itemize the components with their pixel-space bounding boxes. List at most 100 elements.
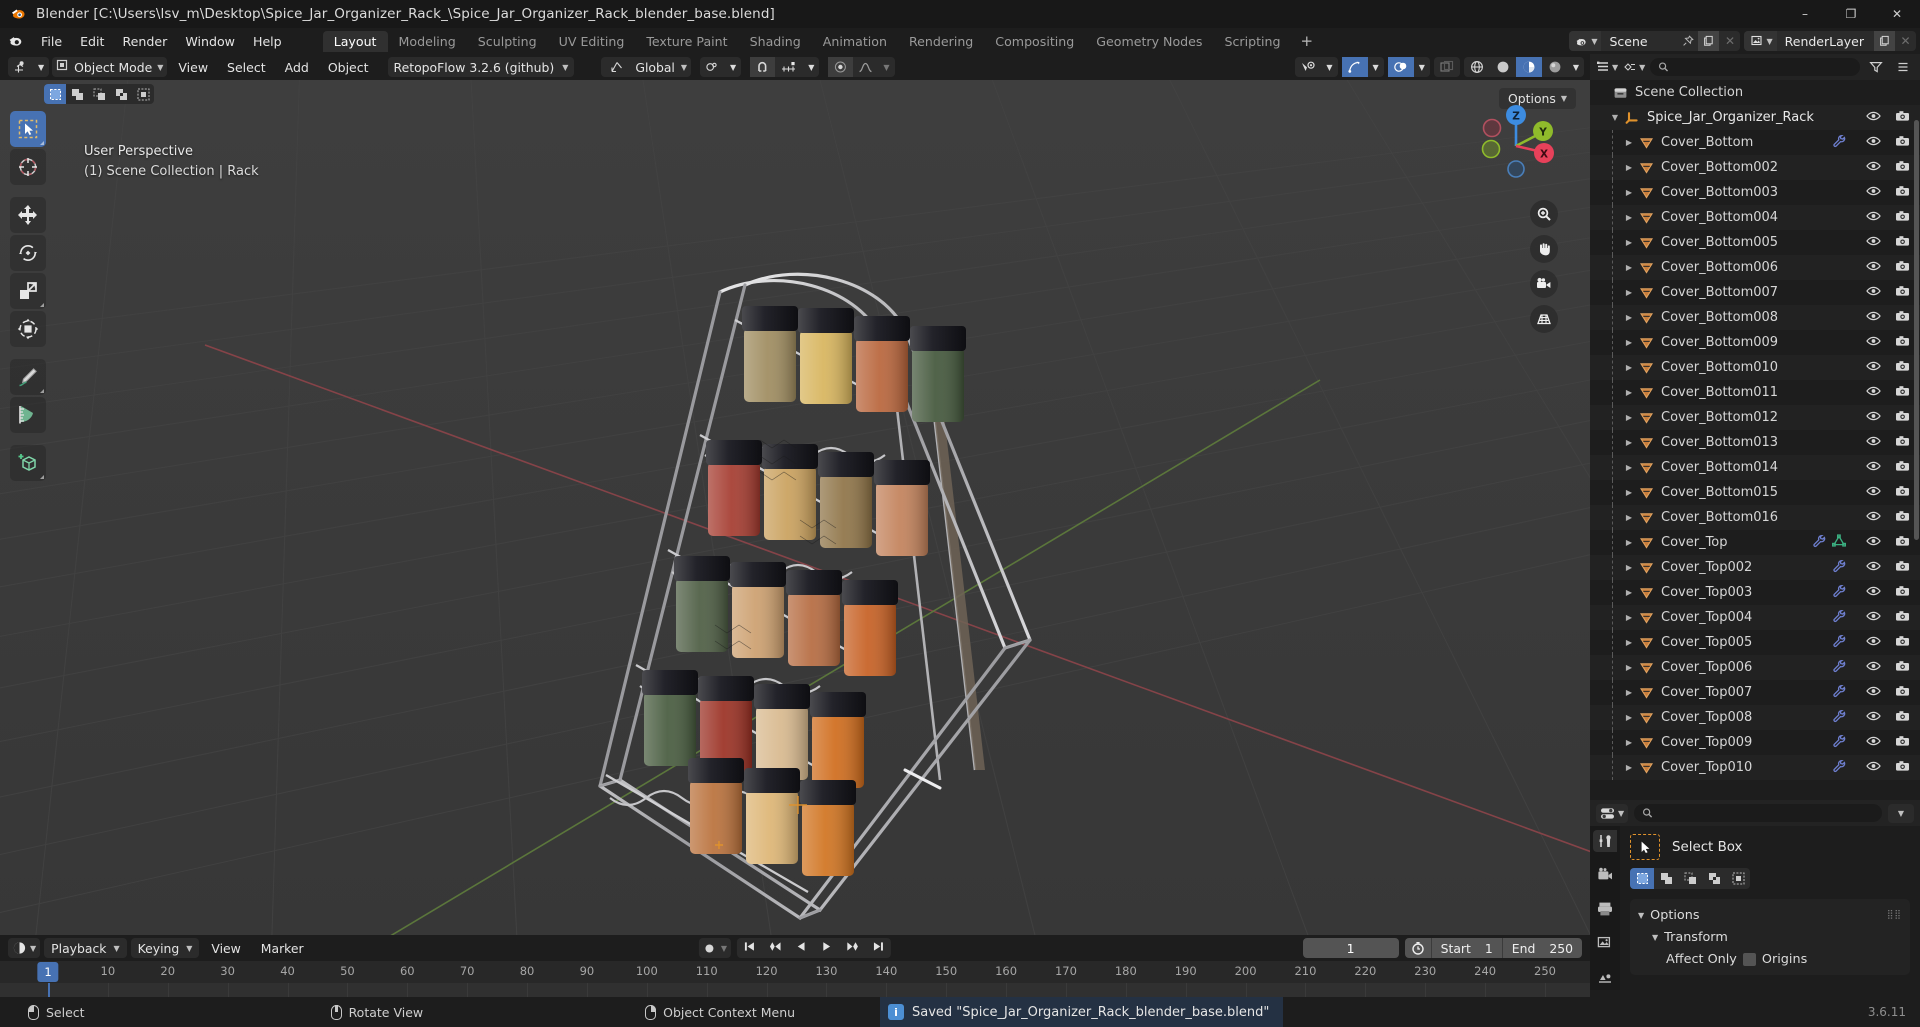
toggle-xray-icon[interactable] (1434, 57, 1460, 77)
solid-shading-icon[interactable] (1490, 57, 1516, 77)
hide-in-viewport-icon[interactable] (1866, 710, 1881, 726)
hide-in-viewport-icon[interactable] (1866, 685, 1881, 701)
hide-in-viewport-icon[interactable] (1866, 610, 1881, 626)
navigation-gizmo[interactable]: Z Y X (1470, 100, 1562, 192)
prop-select-intersect-icon[interactable] (1726, 868, 1750, 889)
disable-in-renders-icon[interactable] (1895, 635, 1910, 651)
disable-in-renders-icon[interactable] (1895, 110, 1910, 126)
hide-in-viewport-icon[interactable] (1866, 285, 1881, 301)
outliner-row-object[interactable]: ▶ Cover_Bottom002 (1590, 155, 1920, 180)
outliner-row-collection[interactable]: ▼ Spice_Jar_Organizer_Rack (1590, 105, 1920, 130)
disable-in-renders-icon[interactable] (1895, 710, 1910, 726)
object-visibility-icon[interactable] (1295, 57, 1321, 77)
disable-in-renders-icon[interactable] (1895, 560, 1910, 576)
expand-triangle-right-icon[interactable]: ▶ (1622, 138, 1636, 147)
outliner-row-object[interactable]: ▶ Cover_Bottom009 (1590, 330, 1920, 355)
editor-type-selector[interactable]: ▼ (8, 57, 50, 77)
expand-triangle-right-icon[interactable]: ▶ (1622, 238, 1636, 247)
menu-help[interactable]: Help (244, 31, 291, 52)
properties-search-input[interactable] (1634, 804, 1882, 822)
outliner-row-object[interactable]: ▶ Cover_Top003 (1590, 580, 1920, 605)
timeline-channel-area[interactable] (0, 983, 1590, 997)
expand-triangle-right-icon[interactable]: ▶ (1622, 438, 1636, 447)
menu-edit[interactable]: Edit (71, 31, 113, 52)
start-frame-field[interactable]: Start 1 (1432, 941, 1502, 956)
proportional-editing-icon[interactable] (828, 57, 854, 77)
falloff-curve-icon[interactable] (853, 57, 878, 77)
tab-shading[interactable]: Shading (739, 31, 812, 52)
expand-triangle-down-icon[interactable]: ▼ (1608, 113, 1622, 122)
play-icon[interactable] (814, 940, 839, 957)
jump-to-start-icon[interactable] (737, 940, 762, 957)
prop-select-set-icon[interactable] (1630, 868, 1654, 889)
rendered-shading-icon[interactable] (1542, 57, 1568, 77)
hide-in-viewport-icon[interactable] (1866, 185, 1881, 201)
expand-triangle-right-icon[interactable]: ▶ (1622, 738, 1636, 747)
end-frame-field[interactable]: End 250 (1503, 941, 1582, 956)
transform-panel-header[interactable]: ▼ Transform (1638, 926, 1902, 948)
disable-in-renders-icon[interactable] (1895, 660, 1910, 676)
expand-triangle-right-icon[interactable]: ▶ (1622, 513, 1636, 522)
tab-compositing[interactable]: Compositing (984, 31, 1085, 52)
hide-in-viewport-icon[interactable] (1866, 460, 1881, 476)
status-report[interactable]: i Saved "Spice_Jar_Organizer_Rack_blende… (880, 997, 1284, 1027)
disable-in-renders-icon[interactable] (1895, 510, 1910, 526)
viewport-menu-select[interactable]: Select (219, 58, 274, 77)
properties-editor-type-icon[interactable]: ▼ (1596, 803, 1629, 823)
hide-in-viewport-icon[interactable] (1866, 210, 1881, 226)
unlink-scene-icon[interactable]: ✕ (1719, 31, 1740, 51)
outliner-row-object[interactable]: ▶ Cover_Top004 (1590, 605, 1920, 630)
disable-in-renders-icon[interactable] (1895, 135, 1910, 151)
tab-output[interactable] (1593, 898, 1617, 920)
expand-triangle-right-icon[interactable]: ▶ (1622, 613, 1636, 622)
outliner-row-object[interactable]: ▶ Cover_Top007 (1590, 680, 1920, 705)
outliner-row-object[interactable]: ▶ Cover_Bottom007 (1590, 280, 1920, 305)
jump-to-next-keyframe-icon[interactable] (839, 940, 866, 957)
hide-in-viewport-icon[interactable] (1866, 560, 1881, 576)
blender-menu-icon[interactable] (6, 31, 28, 51)
tool-add-cube[interactable] (10, 445, 46, 481)
modifier-wrench-icon[interactable] (1832, 759, 1846, 777)
outliner-display-mode[interactable]: ▼ (1623, 60, 1645, 74)
tab-scene[interactable] (1593, 966, 1617, 988)
tab-geometry-nodes[interactable]: Geometry Nodes (1085, 31, 1213, 52)
modifier-wrench-icon[interactable] (1832, 709, 1846, 727)
outliner-row-object[interactable]: ▶ Cover_Top008 (1590, 705, 1920, 730)
camera-view-icon[interactable] (1530, 270, 1558, 298)
proportional-editing-controls[interactable]: ▼ (828, 57, 895, 77)
outliner-row-object[interactable]: ▶ Cover_Top005 (1590, 630, 1920, 655)
expand-triangle-right-icon[interactable]: ▶ (1622, 388, 1636, 397)
disable-in-renders-icon[interactable] (1895, 360, 1910, 376)
interaction-mode-selector[interactable]: Object Mode ▼ (52, 57, 168, 77)
jump-to-prev-keyframe-icon[interactable] (762, 940, 789, 957)
origins-checkbox[interactable] (1742, 952, 1756, 966)
tool-transform[interactable] (10, 311, 46, 347)
disable-in-renders-icon[interactable] (1895, 735, 1910, 751)
disable-in-renders-icon[interactable] (1895, 285, 1910, 301)
play-reverse-icon[interactable] (789, 940, 814, 957)
disable-in-renders-icon[interactable] (1895, 610, 1910, 626)
auto-keying-toggle[interactable]: ▼ (698, 938, 732, 958)
shading-mode-selector[interactable]: ▼ (1463, 57, 1584, 77)
pin-scene-icon[interactable] (1677, 31, 1698, 51)
disable-in-renders-icon[interactable] (1895, 485, 1910, 501)
menu-window[interactable]: Window (176, 31, 244, 52)
pivot-point-selector[interactable]: ▼ (700, 57, 742, 77)
expand-triangle-right-icon[interactable]: ▶ (1622, 188, 1636, 197)
maximize-button[interactable]: ❐ (1828, 0, 1874, 28)
remove-view-layer-icon[interactable]: ✕ (1895, 31, 1916, 51)
disable-in-renders-icon[interactable] (1895, 410, 1910, 426)
pan-hand-icon[interactable] (1530, 235, 1558, 263)
show-gizmo-icon[interactable] (1341, 57, 1368, 77)
visibility-selector[interactable]: ▼ (1295, 57, 1338, 77)
prop-select-extend-icon[interactable] (1654, 868, 1678, 889)
hide-in-viewport-icon[interactable] (1866, 135, 1881, 151)
timeline-ruler[interactable]: 1 10 20 30 40 50 60 70 80 90 100 110 120 130 140 150 160… (0, 961, 1590, 983)
outliner-row-object[interactable]: ▶ Cover_Bottom006 (1590, 255, 1920, 280)
viewport-menu-view[interactable]: View (170, 58, 216, 77)
gizmo-controls[interactable]: ▼ (1341, 57, 1384, 77)
modifier-wrench-icon[interactable] (1832, 584, 1846, 602)
hide-in-viewport-icon[interactable] (1866, 735, 1881, 751)
material-preview-shading-icon[interactable] (1515, 57, 1542, 77)
outliner-row-object[interactable]: ▶ Cover_Top002 (1590, 555, 1920, 580)
